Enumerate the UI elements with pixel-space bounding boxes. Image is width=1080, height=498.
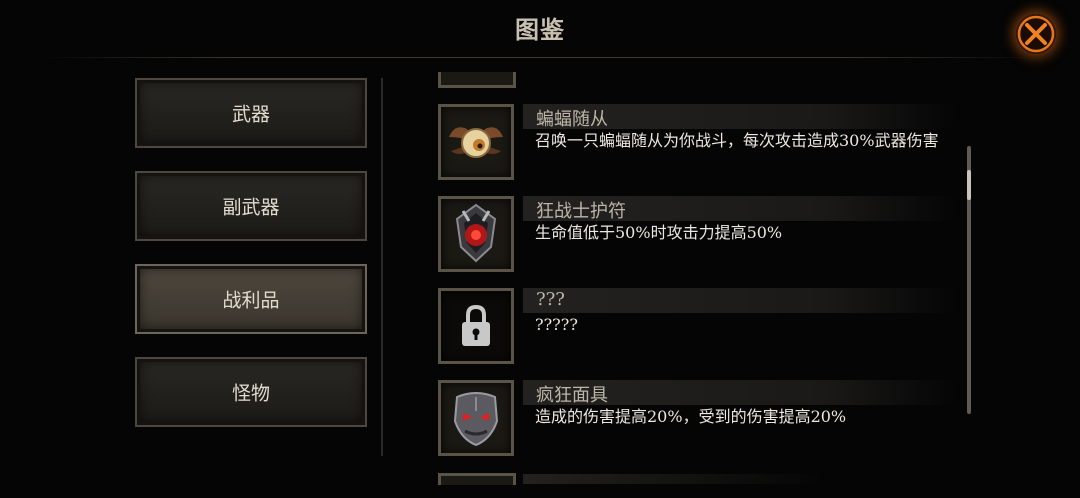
header-bar: 图鉴 — [0, 0, 1080, 58]
item-description: 生命值低于50%时攻击力提高50% — [535, 223, 783, 242]
list-item[interactable]: 疯狂面具 造成的伤害提高20%，受到的伤害提高20% — [436, 380, 956, 460]
category-label: 怪物 — [231, 382, 270, 405]
page-title: 图鉴 — [515, 15, 565, 44]
list-item[interactable]: ??? ????? — [436, 288, 956, 368]
item-name: 狂战士护符 — [536, 201, 626, 222]
item-name: 疯狂面具 — [536, 385, 608, 406]
close-button[interactable] — [1016, 14, 1056, 54]
item-list[interactable]: 蝙蝠随从 召唤一只蝙蝠随从为你战斗，每次攻击造成30%武器伤害 狂战士护符 生命… — [436, 75, 956, 481]
item-slot-partial — [438, 473, 516, 485]
berserker-amulet-icon — [455, 203, 497, 263]
item-name-band — [523, 288, 956, 313]
category-label: 战利品 — [222, 289, 280, 312]
item-description: 召唤一只蝙蝠随从为你战斗，每次攻击造成30%武器伤害 — [535, 131, 939, 150]
list-item[interactable]: 蝙蝠随从 召唤一只蝙蝠随从为你战斗，每次攻击造成30%武器伤害 — [436, 104, 956, 184]
close-x-icon — [1017, 15, 1055, 53]
header-divider — [40, 57, 1040, 58]
item-slot — [438, 196, 514, 272]
bat-companion-icon — [449, 127, 503, 158]
category-label: 副武器 — [222, 196, 280, 219]
category-loot-button[interactable]: 战利品 — [135, 264, 367, 334]
category-monsters-button[interactable]: 怪物 — [135, 357, 367, 427]
panel-divider — [381, 78, 383, 456]
item-name: 蝙蝠随从 — [536, 109, 608, 130]
item-name-band-partial — [523, 474, 823, 484]
category-weapons-button[interactable]: 武器 — [135, 78, 367, 148]
item-slot — [438, 104, 514, 180]
category-secondary-weapons-button[interactable]: 副武器 — [135, 171, 367, 241]
list-item[interactable]: 狂战士护符 生命值低于50%时攻击力提高50% — [436, 196, 956, 276]
item-name: ??? — [536, 289, 565, 310]
item-slot — [438, 380, 514, 456]
item-description: ????? — [535, 315, 578, 334]
padlock-icon — [462, 304, 490, 346]
mad-mask-icon — [453, 392, 499, 447]
scrollbar-thumb[interactable] — [967, 170, 971, 200]
item-description: 造成的伤害提高20%，受到的伤害提高20% — [535, 407, 847, 426]
item-slot-locked — [438, 288, 514, 364]
category-label: 武器 — [231, 103, 270, 126]
